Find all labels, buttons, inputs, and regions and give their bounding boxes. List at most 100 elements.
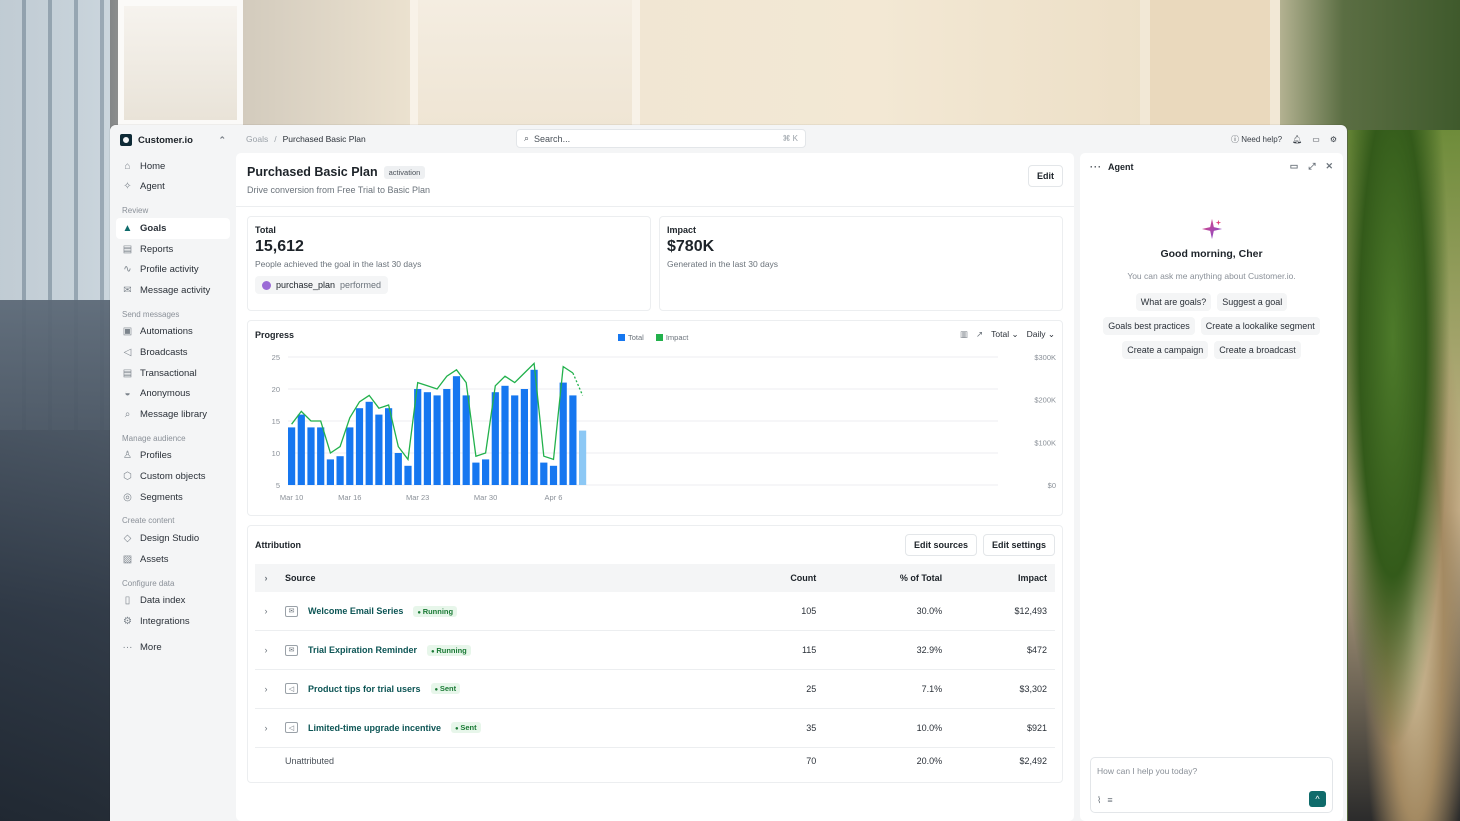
source-cell: ◁ Limited-time upgrade incentive Sent [277, 708, 734, 748]
col-pct[interactable]: % of Total [824, 564, 951, 592]
edit-goal-button[interactable]: Edit [1028, 165, 1063, 187]
sidebar-item-message-activity[interactable]: ✉ Message activity [116, 280, 230, 301]
sidebar-item-design-studio[interactable]: ◇ Design Studio [116, 528, 230, 549]
sidebar-item-home[interactable]: ⌂ Home [116, 156, 230, 177]
chart-bar [365, 401, 373, 485]
agent-composer[interactable]: How can I help you today? ⌇ ≡ ^ [1090, 757, 1333, 813]
interval-select-value: Daily [1026, 329, 1046, 339]
sidebar-item-more[interactable]: ··· More [116, 638, 230, 659]
breadcrumb-goals[interactable]: Goals [246, 134, 268, 144]
status-badge: Sent [451, 722, 481, 734]
chevron-right-icon[interactable]: › [255, 708, 277, 748]
sidebar-item-automations[interactable]: ▣ Automations [116, 322, 230, 343]
edit-sources-button[interactable]: Edit sources [904, 534, 977, 556]
y-tick-label: 10 [272, 449, 280, 458]
y-tick-label: 20 [272, 385, 280, 394]
sidebar-item-profiles[interactable]: ♙ Profiles [116, 446, 230, 467]
attach-icon[interactable]: ⌇ [1097, 795, 1101, 806]
send-button[interactable]: ^ [1309, 791, 1326, 807]
settings-sliders-icon[interactable]: ≡ [1107, 795, 1112, 806]
sidebar-item-agent[interactable]: ✧ Agent [116, 177, 230, 198]
background-person [0, 300, 110, 821]
sidebar-item-label: Broadcasts [140, 346, 188, 358]
attribution-card: Attribution Edit sources Edit settings ›… [247, 525, 1063, 783]
chart-bar [579, 430, 587, 485]
table-row[interactable]: › ✉ Welcome Email Series Running 10530.0%$12… [255, 592, 1055, 632]
pct-cell: 32.9% [824, 630, 951, 671]
y2-tick-label: $200K [1034, 396, 1056, 405]
sidebar-item-goals[interactable]: ▲ Goals [116, 218, 230, 239]
table-row[interactable]: › ◁ Limited-time upgrade incentive Sent 3510… [255, 708, 1055, 748]
close-icon[interactable]: ✕ [1325, 161, 1333, 172]
sidebar-item-broadcasts[interactable]: ◁ Broadcasts [116, 342, 230, 363]
chat-history-icon[interactable]: ▭ [1290, 161, 1299, 172]
expand-icon[interactable]: ⤢ [1308, 161, 1315, 172]
table-row[interactable]: › ✉ Trial Expiration Reminder Running 11532.… [255, 630, 1055, 671]
chat-icon[interactable]: ▭ [1312, 135, 1320, 144]
chevron-right-icon[interactable]: › [255, 592, 277, 632]
more-dots-icon[interactable]: ··· [1090, 162, 1102, 172]
bar-chart-toggle-icon[interactable]: ▥ [960, 329, 968, 340]
source-info: ◁ Limited-time upgrade incentive Sent [285, 722, 726, 734]
search-input[interactable]: ⌕ Search... ⌘ K [516, 129, 806, 148]
source-name-link[interactable]: Welcome Email Series [308, 606, 403, 616]
sidebar-item-data-index[interactable]: ▯ Data index [116, 591, 230, 612]
sidebar-item-assets[interactable]: ▨ Assets [116, 549, 230, 570]
metric-select[interactable]: Total ⌄ [991, 329, 1018, 340]
goal-subtitle: Drive conversion from Free Trial to Basi… [247, 185, 431, 195]
gear-icon[interactable]: ⚙ [1330, 135, 1337, 144]
col-count[interactable]: Count [733, 564, 825, 592]
chart-bar [307, 427, 315, 485]
need-help-button[interactable]: ⓘ Need help? [1231, 134, 1282, 145]
shapes-icon: ◇ [123, 533, 132, 545]
chart-bar [375, 414, 383, 485]
pct-cell: 7.1% [824, 669, 951, 709]
table-row[interactable]: › ◁ Product tips for trial users Sent 257.1%… [255, 669, 1055, 709]
col-source[interactable]: Source [277, 564, 734, 592]
chart-bar [540, 462, 548, 485]
suggestion-chip[interactable]: Goals best practices [1103, 317, 1195, 335]
chevron-right-icon[interactable]: › [255, 669, 277, 709]
sidebar-item-label: Custom objects [140, 470, 206, 482]
goal-header: Purchased Basic Plan activation Drive co… [236, 165, 1074, 207]
plug-icon: ⚙ [123, 615, 132, 627]
chart-bar [443, 389, 451, 485]
suggestion-chip[interactable]: Suggest a goal [1217, 293, 1288, 311]
receipt-icon: ▤ [122, 367, 133, 379]
sidebar-item-label: Agent [140, 181, 165, 193]
suggestion-chip[interactable]: Create a lookalike segment [1200, 317, 1320, 335]
interval-select[interactable]: Daily ⌄ [1027, 329, 1055, 340]
edit-settings-button[interactable]: Edit settings [982, 534, 1055, 556]
line-chart-toggle-icon[interactable]: ↗ [976, 329, 983, 340]
sidebar-item-profile-activity[interactable]: ∿ Profile activity [116, 259, 230, 280]
source-name-link[interactable]: Trial Expiration Reminder [308, 645, 417, 655]
expand-all-icon[interactable]: › [255, 564, 277, 592]
agent-input[interactable]: How can I help you today? [1097, 766, 1326, 776]
x-tick-label: Mar 23 [406, 493, 429, 502]
bell-icon[interactable]: 🔔︎ [1292, 135, 1302, 144]
suggestion-chip[interactable]: Create a broadcast [1214, 341, 1301, 359]
event-pill[interactable]: purchase_plan performed [255, 276, 389, 294]
source-name-link[interactable]: Product tips for trial users [308, 684, 421, 694]
workspace-switcher[interactable]: Customer.io ⌃ [116, 132, 230, 156]
chart-bar [452, 376, 461, 485]
suggestion-chip[interactable]: What are goals? [1135, 293, 1212, 311]
source-name-link[interactable]: Limited-time upgrade incentive [308, 723, 441, 733]
background-frame [410, 0, 640, 126]
sidebar-item-segments[interactable]: ◎ Segments [116, 487, 230, 508]
sidebar-item-message-library[interactable]: ⌕ Message library [116, 404, 230, 425]
col-impact[interactable]: Impact [950, 564, 1055, 592]
sidebar-item-anonymous[interactable]: ◒ Anonymous [116, 383, 230, 404]
sidebar-item-integrations[interactable]: ⚙ Integrations [116, 611, 230, 632]
chart-bar [462, 395, 470, 485]
search-icon: ⌕ [124, 408, 131, 420]
bar-chart-icon: ▤ [122, 243, 133, 255]
suggestion-chip[interactable]: Create a campaign [1122, 341, 1209, 359]
composer-tools: ⌇ ≡ [1097, 795, 1113, 806]
chevron-right-icon[interactable]: › [255, 630, 277, 671]
megaphone-icon: ◁ [123, 346, 132, 358]
sidebar-item-transactional[interactable]: ▤ Transactional [116, 363, 230, 384]
activity-icon: ∿ [123, 264, 132, 276]
sidebar-item-custom-objects[interactable]: ⬡ Custom objects [116, 466, 230, 487]
sidebar-item-reports[interactable]: ▤ Reports [116, 239, 230, 260]
